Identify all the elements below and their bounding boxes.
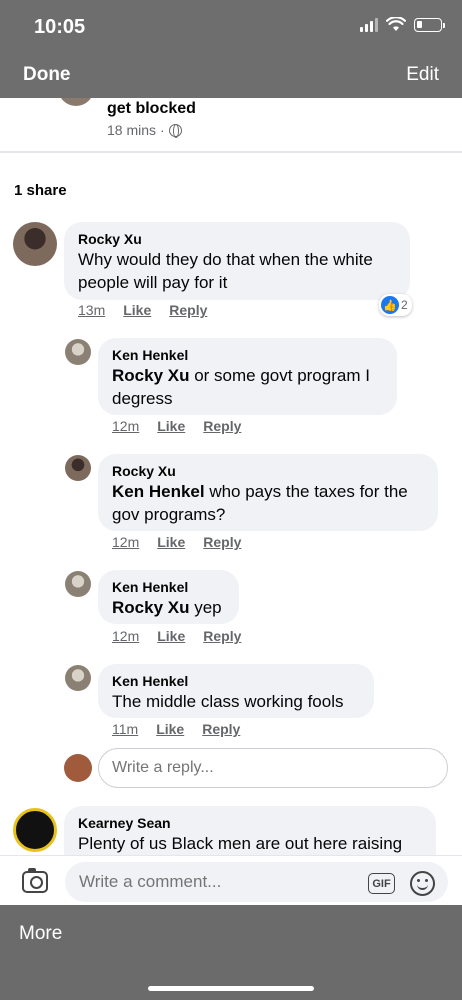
wifi-icon [386,17,406,31]
comment-bubble: Ken Henkel Rocky Xu yep [98,570,239,624]
status-bar: 10:05 [0,0,462,52]
share-count[interactable]: 1 share [14,182,67,199]
comment-text: Rocky Xu or some govt program I degress [112,366,370,408]
bottom-sheet: More [0,905,462,1000]
post-author-avatar[interactable] [58,98,94,106]
like-button[interactable]: Like [157,628,185,644]
post-meta: 18 mins · [107,122,182,138]
reply-button[interactable]: Reply [203,418,241,434]
commenter-avatar[interactable] [13,808,57,852]
comment-actions: 12m Like Reply [112,418,241,434]
mention-link[interactable]: Rocky Xu [112,598,189,617]
camera-icon[interactable] [22,868,48,893]
more-button[interactable]: More [19,923,62,945]
mention-link[interactable]: Rocky Xu [112,366,189,385]
globe-icon [168,123,182,138]
commenter-avatar[interactable] [13,222,57,266]
comment-text: Ken Henkel who pays the taxes for the go… [112,482,408,524]
comments-page: get blocked 18 mins · 1 share Rocky Xu W… [0,98,462,856]
reply-button[interactable]: Reply [202,721,240,737]
comment-text: Why would they do that when the white pe… [78,250,373,292]
commenter-avatar[interactable] [65,665,91,691]
comment-actions: 11m Like Reply [112,721,240,737]
comment-text: Rocky Xu yep [112,598,222,617]
comment: Rocky Xu Why would they do that when the… [0,222,462,327]
done-button[interactable]: Done [23,64,71,86]
comment-text: The middle class working fools [112,692,344,711]
comment-bubble: Ken Henkel The middle class working fool… [98,664,374,718]
comment-reply: Rocky Xu Ken Henkel who pays the taxes f… [0,454,462,559]
comment-reply: Ken Henkel Rocky Xu yep 12m Like Reply [0,570,462,650]
comment-bubble: Ken Henkel Rocky Xu or some govt program… [98,338,397,415]
reply-composer [64,748,454,790]
comment-author[interactable]: Ken Henkel [112,578,225,596]
comment-reply: Ken Henkel The middle class working fool… [0,664,462,744]
comment-author[interactable]: Rocky Xu [112,462,424,480]
comment-author[interactable]: Ken Henkel [112,672,360,690]
comment-time[interactable]: 12m [112,628,139,644]
like-button[interactable]: Like [156,721,184,737]
like-button[interactable]: Like [157,534,185,550]
reply-button[interactable]: Reply [203,628,241,644]
comment-composer-bar: GIF [0,855,462,905]
reply-button[interactable]: Reply [169,302,207,318]
commenter-avatar[interactable] [65,571,91,597]
comment-actions: 12m Like Reply [112,534,241,550]
emoji-icon[interactable] [410,871,435,896]
meta-separator: · [160,122,165,138]
comment-time[interactable]: 11m [112,721,138,737]
comment-actions: 13m Like Reply [78,302,207,318]
reply-input[interactable] [98,748,448,788]
comment-author[interactable]: Ken Henkel [112,346,383,364]
comment-bubble: Rocky Xu Ken Henkel who pays the taxes f… [98,454,438,531]
comment-author[interactable]: Kearney Sean [78,814,422,832]
reply-button[interactable]: Reply [203,534,241,550]
home-indicator [148,986,314,991]
nav-bar: Done Edit [0,52,462,98]
cellular-signal-icon [360,17,378,32]
like-button[interactable]: Like [123,302,151,318]
commenter-avatar[interactable] [65,339,91,365]
battery-icon [414,17,445,32]
mention-link[interactable]: Ken Henkel [112,482,205,501]
post-title: get blocked [107,100,196,117]
comment: Kearney Sean Plenty of us Black men are … [0,806,462,856]
comment-time[interactable]: 12m [112,418,139,434]
comment-bubble: Kearney Sean Plenty of us Black men are … [64,806,436,856]
comment-text: Plenty of us Black men are out here rais… [78,834,403,853]
comment-actions: 12m Like Reply [112,628,241,644]
commenter-avatar[interactable] [65,455,91,481]
reaction-badge[interactable]: 👍 2 [379,294,412,316]
status-time: 10:05 [34,16,86,38]
post-time[interactable]: 18 mins [107,122,156,138]
comment-bubble: Rocky Xu Why would they do that when the… [64,222,410,300]
comment-reply: Ken Henkel Rocky Xu or some govt program… [0,338,462,443]
comment-author[interactable]: Rocky Xu [78,230,396,248]
gif-icon[interactable]: GIF [368,873,395,894]
comment-time[interactable]: 13m [78,302,105,318]
edit-button[interactable]: Edit [406,64,439,86]
thumbs-up-icon: 👍 [381,296,399,314]
status-icons [360,17,445,32]
reaction-count: 2 [401,298,408,312]
post-header: get blocked 18 mins · [0,98,462,152]
comment-time[interactable]: 12m [112,534,139,550]
current-user-avatar [64,754,92,782]
divider [0,151,462,153]
like-button[interactable]: Like [157,418,185,434]
